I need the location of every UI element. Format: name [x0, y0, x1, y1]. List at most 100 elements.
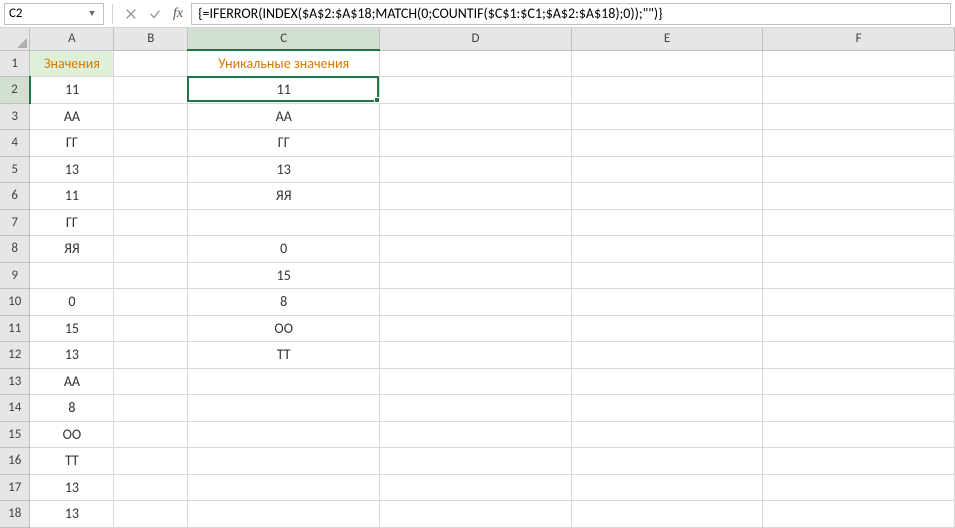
row-header-1[interactable]: 1	[0, 50, 30, 77]
row-header-7[interactable]: 7	[0, 209, 30, 236]
formula-input[interactable]: {=IFERROR(INDEX($A$2:$A$18;MATCH(0;COUNT…	[191, 3, 951, 25]
cell-A8[interactable]: ЯЯ	[30, 236, 114, 263]
cell-A18[interactable]: 13	[30, 501, 114, 528]
cell-F18[interactable]	[763, 501, 955, 528]
cell-B6[interactable]	[114, 183, 188, 210]
cell-F10[interactable]	[763, 289, 955, 316]
cell-B13[interactable]	[114, 368, 188, 395]
cell-C2[interactable]: 11	[188, 77, 380, 104]
cell-C12[interactable]: ТТ	[188, 342, 380, 369]
column-header-E[interactable]: E	[571, 28, 763, 50]
cell-B17[interactable]	[114, 474, 188, 501]
name-box[interactable]: C2 ▼	[4, 3, 104, 25]
cell-C14[interactable]	[188, 395, 380, 422]
row-header-3[interactable]: 3	[0, 103, 30, 130]
cell-B4[interactable]	[114, 130, 188, 157]
cell-C8[interactable]: 0	[188, 236, 380, 263]
row-header-18[interactable]: 18	[0, 501, 30, 528]
row-header-2[interactable]: 2	[0, 77, 30, 104]
cell-C18[interactable]	[188, 501, 380, 528]
cell-F5[interactable]	[763, 156, 955, 183]
row-header-15[interactable]: 15	[0, 421, 30, 448]
cell-C15[interactable]	[188, 421, 380, 448]
cell-B5[interactable]	[114, 156, 188, 183]
cell-A10[interactable]: 0	[30, 289, 114, 316]
cell-D12[interactable]	[380, 342, 572, 369]
cell-E2[interactable]	[571, 77, 763, 104]
cell-B15[interactable]	[114, 421, 188, 448]
cell-A4[interactable]: ГГ	[30, 130, 114, 157]
cell-C4[interactable]: ГГ	[188, 130, 380, 157]
cell-F4[interactable]	[763, 130, 955, 157]
cell-E14[interactable]	[571, 395, 763, 422]
cell-C7[interactable]	[188, 209, 380, 236]
cell-F11[interactable]	[763, 315, 955, 342]
cell-D3[interactable]	[380, 103, 572, 130]
cell-D7[interactable]	[380, 209, 572, 236]
cell-D2[interactable]	[380, 77, 572, 104]
name-box-dropdown-icon[interactable]: ▼	[85, 7, 99, 21]
cell-E17[interactable]	[571, 474, 763, 501]
row-header-16[interactable]: 16	[0, 448, 30, 475]
cell-B9[interactable]	[114, 262, 188, 289]
cell-D8[interactable]	[380, 236, 572, 263]
cell-B10[interactable]	[114, 289, 188, 316]
cell-F12[interactable]	[763, 342, 955, 369]
row-header-11[interactable]: 11	[0, 315, 30, 342]
cell-F13[interactable]	[763, 368, 955, 395]
cell-D18[interactable]	[380, 501, 572, 528]
cell-A2[interactable]: 11	[30, 77, 114, 104]
cell-C5[interactable]: 13	[188, 156, 380, 183]
spreadsheet-grid[interactable]: ABCDEF1ЗначенияУникальные значения211113…	[0, 28, 955, 528]
cell-F15[interactable]	[763, 421, 955, 448]
cell-F2[interactable]	[763, 77, 955, 104]
column-header-D[interactable]: D	[380, 28, 572, 50]
row-header-12[interactable]: 12	[0, 342, 30, 369]
cell-C1[interactable]: Уникальные значения	[188, 50, 380, 77]
cell-A13[interactable]: АА	[30, 368, 114, 395]
cell-D13[interactable]	[380, 368, 572, 395]
cell-A12[interactable]: 13	[30, 342, 114, 369]
column-header-B[interactable]: B	[114, 28, 188, 50]
cell-E1[interactable]	[571, 50, 763, 77]
cell-C6[interactable]: ЯЯ	[188, 183, 380, 210]
row-header-9[interactable]: 9	[0, 262, 30, 289]
cell-E6[interactable]	[571, 183, 763, 210]
cell-D14[interactable]	[380, 395, 572, 422]
cell-D16[interactable]	[380, 448, 572, 475]
cell-E13[interactable]	[571, 368, 763, 395]
cell-A5[interactable]: 13	[30, 156, 114, 183]
cell-F16[interactable]	[763, 448, 955, 475]
cell-B11[interactable]	[114, 315, 188, 342]
cell-F3[interactable]	[763, 103, 955, 130]
cell-E5[interactable]	[571, 156, 763, 183]
cell-B8[interactable]	[114, 236, 188, 263]
cell-B2[interactable]	[114, 77, 188, 104]
confirm-formula-icon[interactable]	[145, 4, 165, 24]
cell-A11[interactable]: 15	[30, 315, 114, 342]
cell-E8[interactable]	[571, 236, 763, 263]
cell-C16[interactable]	[188, 448, 380, 475]
row-header-8[interactable]: 8	[0, 236, 30, 263]
row-header-13[interactable]: 13	[0, 368, 30, 395]
cell-C17[interactable]	[188, 474, 380, 501]
row-header-6[interactable]: 6	[0, 183, 30, 210]
cell-D11[interactable]	[380, 315, 572, 342]
cell-E12[interactable]	[571, 342, 763, 369]
cell-F17[interactable]	[763, 474, 955, 501]
cell-B16[interactable]	[114, 448, 188, 475]
cell-E7[interactable]	[571, 209, 763, 236]
cell-B18[interactable]	[114, 501, 188, 528]
cell-F14[interactable]	[763, 395, 955, 422]
cell-E16[interactable]	[571, 448, 763, 475]
row-header-4[interactable]: 4	[0, 130, 30, 157]
cell-E9[interactable]	[571, 262, 763, 289]
cell-B1[interactable]	[114, 50, 188, 77]
cell-C10[interactable]: 8	[188, 289, 380, 316]
column-header-F[interactable]: F	[763, 28, 955, 50]
column-header-A[interactable]: A	[30, 28, 114, 50]
cell-E11[interactable]	[571, 315, 763, 342]
select-all-corner[interactable]	[0, 28, 30, 50]
row-header-14[interactable]: 14	[0, 395, 30, 422]
row-header-17[interactable]: 17	[0, 474, 30, 501]
